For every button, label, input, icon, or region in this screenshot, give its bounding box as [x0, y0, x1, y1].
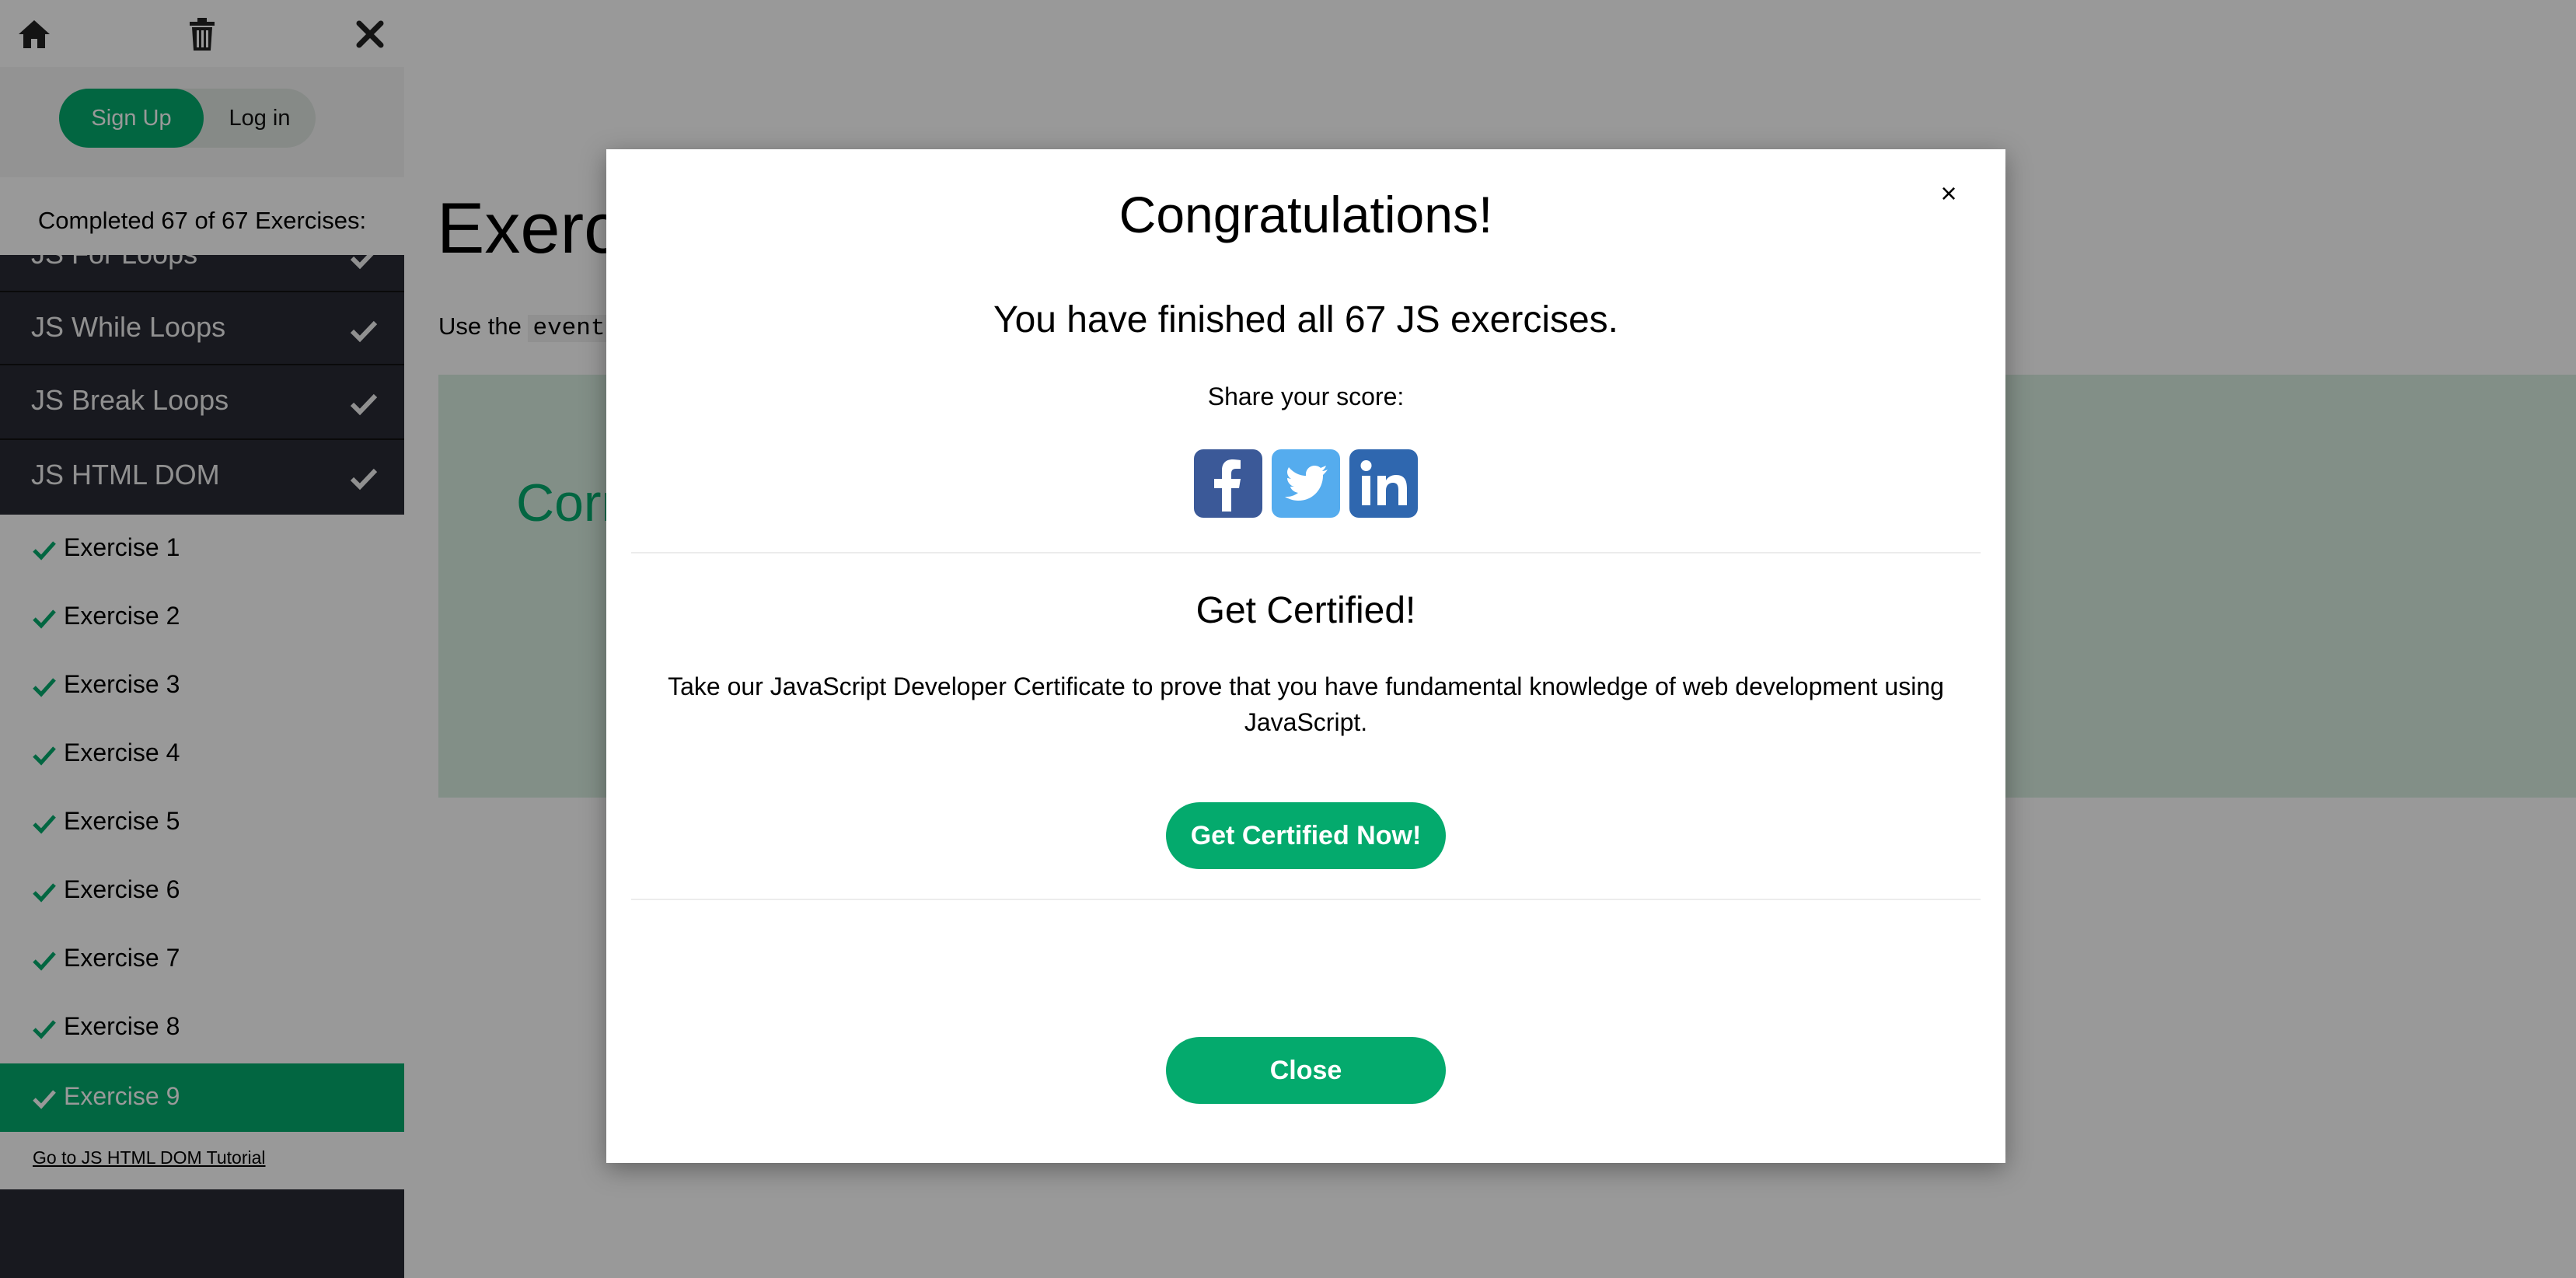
finished-text: You have finished all 67 JS exercises. — [993, 299, 1619, 340]
share-label: Share your score: — [1207, 382, 1405, 410]
twitter-icon[interactable] — [1272, 449, 1340, 518]
facebook-icon[interactable] — [1194, 449, 1262, 518]
congratulations-modal: × Congratulations! You have finished all… — [606, 149, 2005, 1163]
modal-title: Congratulations! — [1119, 186, 1493, 243]
get-certified-button[interactable]: Get Certified Now! — [1166, 802, 1446, 869]
modal-divider — [631, 899, 1981, 900]
modal-divider — [631, 552, 1981, 553]
certified-description: Take our JavaScript Developer Certificat… — [668, 672, 1944, 736]
certified-title: Get Certified! — [1196, 590, 1416, 631]
close-button[interactable]: Close — [1166, 1037, 1446, 1104]
linkedin-icon[interactable] — [1349, 449, 1418, 518]
